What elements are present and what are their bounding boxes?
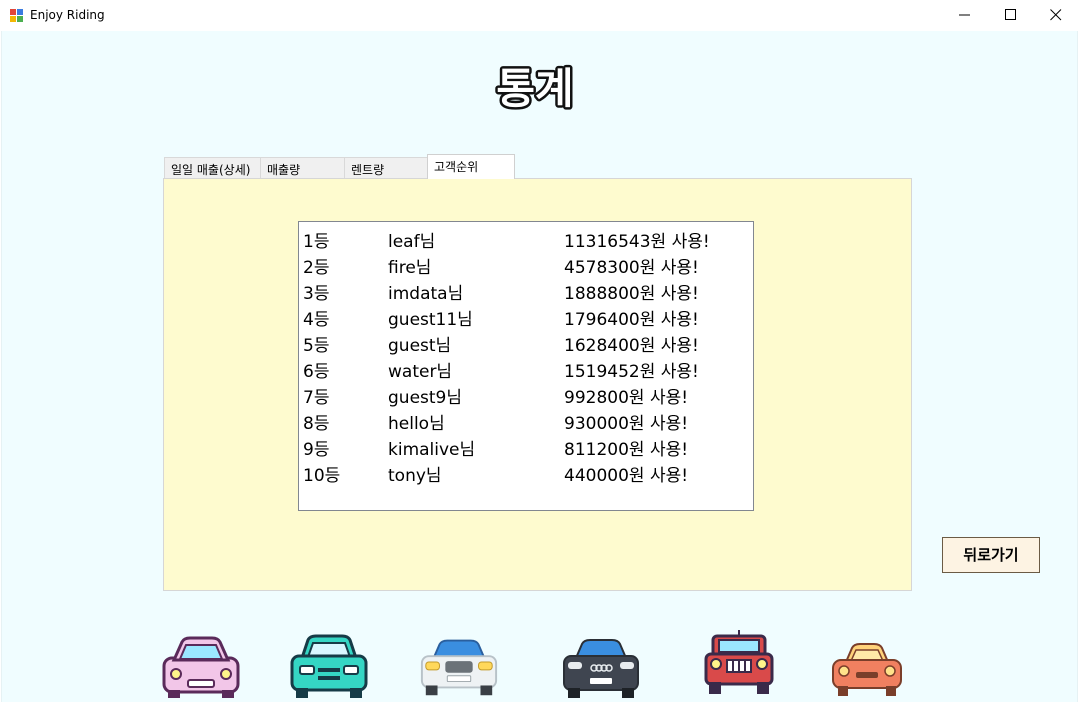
customer-ranking-list[interactable]: 1등 leaf님 11316543원 사용! 2등 fire님 4578300원… — [298, 221, 754, 511]
list-item[interactable]: 6등 water님 1519452원 사용! — [299, 354, 753, 382]
maximize-button[interactable] — [988, 0, 1034, 31]
customer-name: tony님 — [388, 466, 442, 486]
customer-name: leaf님 — [388, 232, 436, 252]
rank-label: 9등 — [303, 440, 330, 460]
car-icon-orange[interactable] — [826, 628, 908, 700]
car-icon-pink[interactable] — [160, 628, 242, 700]
list-item[interactable]: 3등 imdata님 1888800원 사용! — [299, 276, 753, 304]
tab-customer-ranking[interactable]: 고객순위 — [427, 154, 515, 179]
amount-spent: 4578300원 사용! — [564, 258, 699, 278]
window-title: Enjoy Riding — [30, 8, 105, 22]
amount-spent: 1888800원 사용! — [564, 284, 699, 304]
list-item[interactable]: 4등 guest11님 1796400원 사용! — [299, 302, 753, 330]
list-item[interactable]: 2등 fire님 4578300원 사용! — [299, 250, 753, 278]
list-item[interactable]: 5등 guest님 1628400원 사용! — [299, 328, 753, 356]
rank-label: 1등 — [303, 232, 330, 252]
list-item[interactable]: 7등 guest9님 992800원 사용! — [299, 380, 753, 408]
rank-label: 8등 — [303, 414, 330, 434]
rank-label: 3등 — [303, 284, 330, 304]
list-item[interactable]: 9등 kimalive님 811200원 사용! — [299, 432, 753, 460]
tab-daily-sales-detail[interactable]: 일일 매출(상세) — [164, 157, 261, 179]
amount-spent: 930000원 사용! — [564, 414, 689, 434]
customer-name: imdata님 — [388, 284, 464, 304]
customer-name: hello님 — [388, 414, 445, 434]
amount-spent: 992800원 사용! — [564, 388, 689, 408]
list-item[interactable]: 10등 tony님 440000원 사용! — [299, 458, 753, 486]
minimize-icon — [959, 14, 970, 16]
car-icon-red-jeep[interactable] — [698, 628, 780, 700]
amount-spent: 1628400원 사용! — [564, 336, 699, 356]
app-icon — [10, 9, 24, 22]
rank-label: 7등 — [303, 388, 330, 408]
maximize-icon — [1005, 9, 1016, 20]
back-button[interactable]: 뒤로가기 — [942, 537, 1040, 573]
car-icon-dark-gray[interactable] — [560, 628, 642, 700]
customer-name: water님 — [388, 362, 453, 382]
rank-label: 5등 — [303, 336, 330, 356]
car-icon-teal[interactable] — [288, 628, 370, 700]
list-item[interactable]: 1등 leaf님 11316543원 사용! — [299, 224, 753, 252]
car-icon-white[interactable] — [418, 628, 500, 700]
close-icon — [1050, 9, 1062, 21]
customer-name: kimalive님 — [388, 440, 476, 460]
tab-rent-volume[interactable]: 렌트량 — [344, 157, 428, 179]
svg-text:통계: 통계 — [496, 64, 573, 113]
minimize-button[interactable] — [942, 0, 988, 31]
list-item[interactable]: 8등 hello님 930000원 사용! — [299, 406, 753, 434]
amount-spent: 811200원 사용! — [564, 440, 689, 460]
amount-spent: 1796400원 사용! — [564, 310, 699, 330]
rank-label: 10등 — [303, 466, 341, 486]
customer-name: guest9님 — [388, 388, 463, 408]
customer-name: guest님 — [388, 336, 452, 356]
rank-label: 6등 — [303, 362, 330, 382]
customer-name: guest11님 — [388, 310, 473, 330]
rank-label: 2등 — [303, 258, 330, 278]
title-bar: Enjoy Riding — [0, 0, 1079, 31]
page-title: 통계 — [494, 62, 576, 116]
amount-spent: 440000원 사용! — [564, 466, 689, 486]
close-button[interactable] — [1033, 0, 1079, 31]
amount-spent: 11316543원 사용! — [564, 232, 710, 252]
rank-label: 4등 — [303, 310, 330, 330]
amount-spent: 1519452원 사용! — [564, 362, 699, 382]
tab-sales-volume[interactable]: 매출량 — [260, 157, 345, 179]
customer-name: fire님 — [388, 258, 432, 278]
